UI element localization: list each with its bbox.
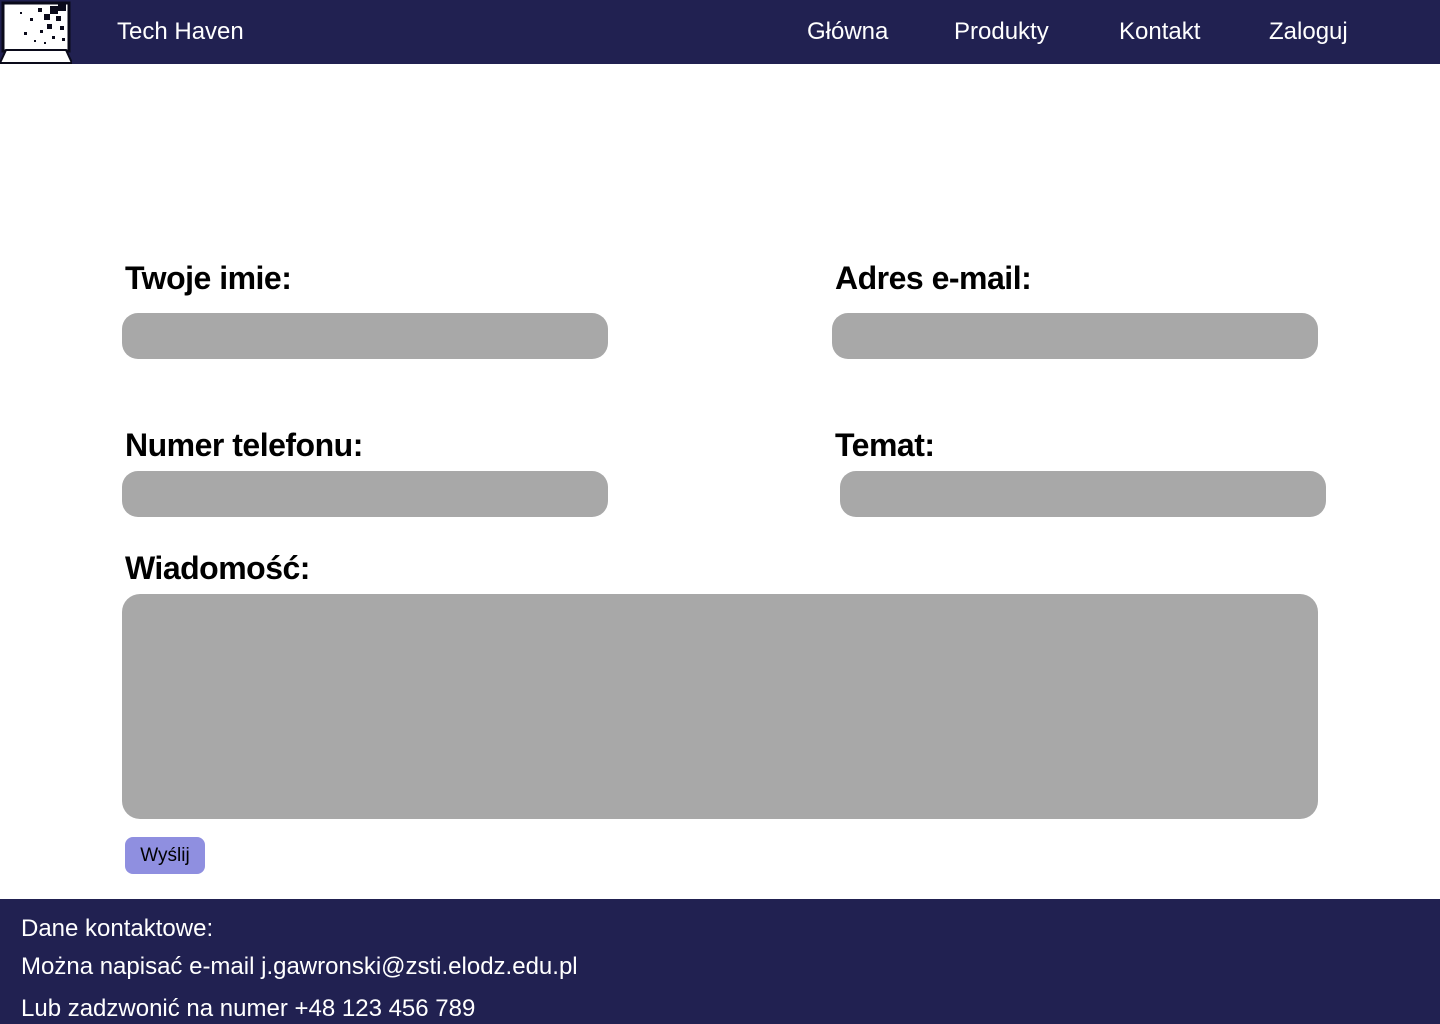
laptop-pixel-logo-icon[interactable]	[0, 0, 74, 64]
nav-link-kontakt[interactable]: Kontakt	[1119, 17, 1200, 47]
nav-link-produkty[interactable]: Produkty	[954, 17, 1049, 47]
message-textarea[interactable]	[122, 594, 1318, 819]
nav-link-glowna[interactable]: Główna	[807, 17, 888, 47]
message-label: Wiadomość:	[125, 550, 310, 586]
name-input[interactable]	[122, 313, 608, 359]
footer-email-line: Można napisać e-mail j.gawronski@zsti.el…	[21, 953, 578, 980]
footer-phone-line: Lub zadzwonić na numer +48 123 456 789	[21, 995, 476, 1022]
email-label: Adres e-mail:	[835, 260, 1032, 296]
name-label: Twoje imie:	[125, 260, 292, 296]
navbar: Tech Haven Główna Produkty Kontakt Zalog…	[0, 0, 1440, 64]
footer-heading: Dane kontaktowe:	[21, 915, 214, 942]
subject-input[interactable]	[840, 471, 1326, 517]
phone-input[interactable]	[122, 471, 608, 517]
subject-label: Temat:	[835, 427, 935, 463]
footer: Dane kontaktowe: Można napisać e-mail j.…	[0, 899, 1440, 1024]
phone-label: Numer telefonu:	[125, 427, 363, 463]
email-input[interactable]	[832, 313, 1318, 359]
send-button[interactable]: Wyślij	[125, 837, 205, 874]
nav-link-zaloguj[interactable]: Zaloguj	[1269, 17, 1348, 47]
brand-name[interactable]: Tech Haven	[117, 17, 244, 47]
